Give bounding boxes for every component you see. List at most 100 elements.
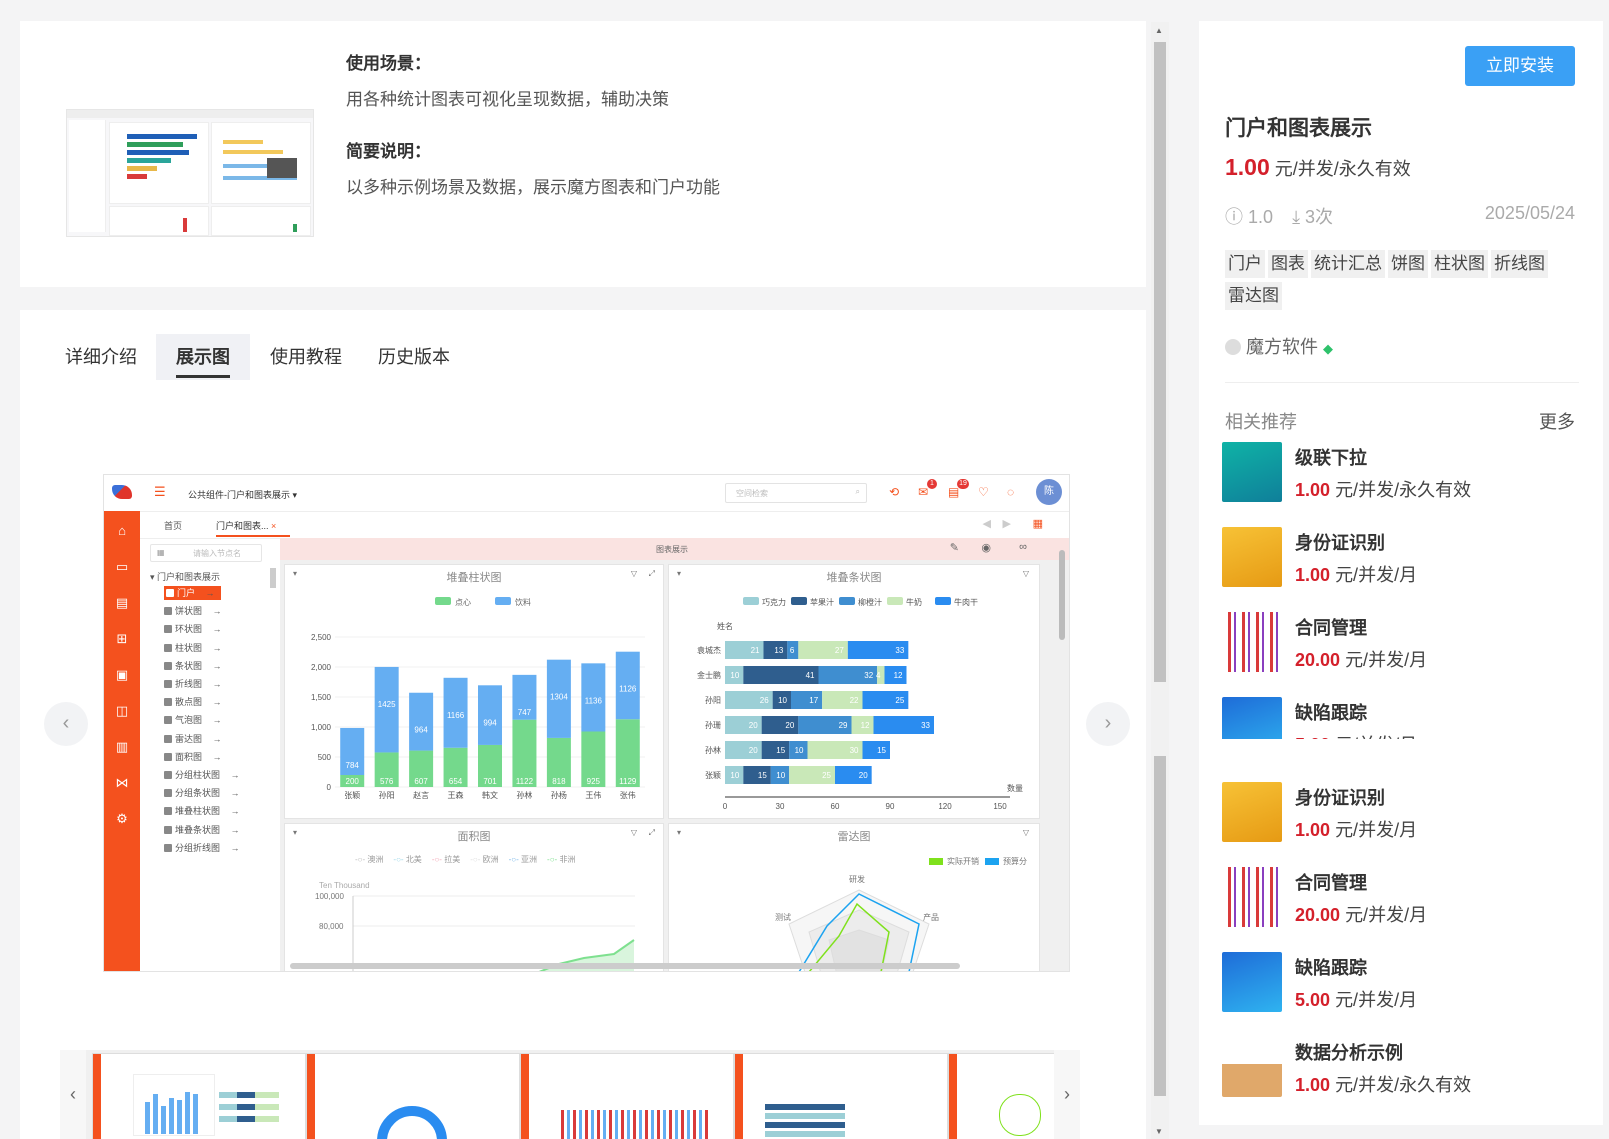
related-item[interactable]: 级联下拉 1.00 元/并发/永久有效 (1222, 440, 1582, 504)
related-item[interactable]: 数据分析示例 1.00 元/并发/永久有效 (1222, 1035, 1582, 1099)
tag[interactable]: 饼图 (1388, 250, 1428, 278)
filter-icon[interactable]: ▽ (1023, 569, 1029, 578)
tag[interactable]: 图表 (1268, 250, 1308, 278)
grid-icon[interactable]: ▦ (1033, 517, 1043, 530)
filter-icon[interactable]: ▽ (631, 569, 637, 578)
related-price-value: 20.00 (1295, 905, 1341, 925)
filmstrip-prev-button[interactable]: ‹ (60, 1050, 86, 1139)
search-input[interactable]: 空间检索 ⌕ (725, 483, 867, 503)
tree-item[interactable]: 气泡图 → (164, 713, 222, 727)
related-item[interactable]: 身份证识别 1.00 元/并发/月 (1222, 780, 1582, 844)
install-button[interactable]: 立即安装 (1465, 46, 1575, 86)
tab-tutorial[interactable]: 使用教程 (250, 334, 362, 380)
prev-tab-icon[interactable]: ◀ (983, 517, 991, 530)
tree-item[interactable]: 条状图 → (164, 659, 222, 673)
scroll-down-icon[interactable]: ▼ (1155, 1127, 1163, 1136)
expand-icon[interactable]: ⤢ (649, 828, 655, 838)
area-legend-item[interactable]: -○- 北美 (393, 855, 421, 864)
avatar[interactable]: 陈 (1036, 479, 1062, 505)
area-legend-item[interactable]: -○- 非洲 (547, 855, 575, 864)
tree-item[interactable]: 分组条状图 → (164, 786, 240, 800)
clipboard-icon[interactable]: ▤ (114, 595, 130, 611)
tree-item[interactable]: 堆叠条状图 → (164, 823, 240, 837)
tab-screenshots[interactable]: 展示图 (156, 334, 250, 380)
content-hscrollbar[interactable] (290, 963, 960, 969)
settings-icon[interactable]: ⚙ (114, 811, 130, 827)
tree-item[interactable]: 柱状图 → (164, 641, 222, 655)
page-scrollbar[interactable]: ▲ ▼ (1151, 22, 1169, 1139)
related-item[interactable]: 合同管理 20.00 元/并发/月 (1222, 865, 1582, 929)
next-tab-icon[interactable]: ▶ (1003, 517, 1011, 530)
tree-splitter[interactable] (270, 568, 276, 588)
flow-icon[interactable]: ⋈ (114, 775, 130, 791)
chat-icon[interactable]: ◌ (1007, 485, 1014, 499)
tag[interactable]: 雷达图 (1225, 282, 1282, 310)
related-item[interactable]: 缺陷跟踪 5.00 元/并发/月 (1222, 695, 1582, 739)
collapse-icon[interactable]: ▾ (293, 828, 297, 837)
close-icon[interactable]: × (271, 521, 276, 531)
sync-icon[interactable]: ⟲ (889, 485, 899, 499)
carousel-prev-button[interactable]: ‹ (44, 702, 88, 746)
collapse-icon[interactable]: ▾ (677, 828, 681, 837)
tree-item[interactable]: 面积图 → (164, 750, 222, 764)
tree-search-input[interactable]: ▦ 请输入节点名 (150, 544, 262, 562)
tree-item[interactable]: 雷达图 → (164, 732, 222, 746)
tree-root[interactable]: ▾ 门户和图表展示 (150, 570, 220, 583)
tag[interactable]: 门户 (1225, 250, 1265, 278)
expand-icon[interactable]: ⤢ (649, 569, 655, 579)
chart-icon[interactable]: ◫ (114, 703, 130, 719)
skin-icon[interactable]: ♡ (978, 485, 989, 499)
tab-portal[interactable]: 门户和图表... × (216, 519, 276, 532)
scroll-up-icon[interactable]: ▲ (1155, 26, 1163, 35)
content-scrollbar[interactable] (1059, 550, 1065, 640)
breadcrumb[interactable]: 公共组件-门户和图表展示 ▾ (188, 488, 297, 501)
filmstrip-thumbnail[interactable] (92, 1053, 306, 1139)
edit-icon[interactable]: ✎ (950, 541, 959, 554)
vendor[interactable]: 魔方软件 ◆ (1225, 333, 1333, 359)
tree-item[interactable]: 环状图 → (164, 622, 222, 636)
filmstrip-next-button[interactable]: › (1054, 1050, 1080, 1139)
area-legend-item[interactable]: -○- 欧洲 (470, 855, 498, 864)
eye-icon[interactable]: ◉ (981, 541, 991, 554)
related-item[interactable]: 合同管理 20.00 元/并发/月 (1222, 610, 1582, 674)
tree-item[interactable]: 分组柱状图 → (164, 768, 240, 782)
collapse-icon[interactable]: ▾ (677, 569, 681, 578)
device-icon[interactable]: ▥ (114, 739, 130, 755)
tag[interactable]: 柱状图 (1431, 250, 1488, 278)
scroll-thumb[interactable] (1154, 42, 1166, 682)
collapse-icon[interactable]: ▾ (293, 569, 297, 578)
tag[interactable]: 统计汇总 (1311, 250, 1385, 278)
filter-icon[interactable]: ▽ (631, 828, 637, 837)
tree-item[interactable]: 散点图 → (164, 695, 222, 709)
related-item[interactable]: 缺陷跟踪 5.00 元/并发/月 (1222, 950, 1582, 1014)
link-icon[interactable]: ∞ (1019, 541, 1027, 553)
tree-item[interactable]: 分组折线图 → (164, 841, 240, 855)
tab-detail[interactable]: 详细介绍 (45, 334, 157, 380)
related-item[interactable]: 身份证识别 1.00 元/并发/月 (1222, 525, 1582, 589)
home-icon[interactable]: ⌂ (114, 523, 130, 539)
tree-item[interactable]: 门户 → (164, 586, 221, 600)
related-price-unit: 元/并发/月 (1345, 650, 1428, 670)
area-legend-item[interactable]: -○- 澳洲 (355, 855, 383, 864)
product-thumbnail[interactable] (66, 109, 314, 237)
monitor-icon[interactable]: ▭ (114, 559, 130, 575)
screen-icon[interactable]: ▣ (114, 667, 130, 683)
filmstrip-thumbnail[interactable] (734, 1053, 948, 1139)
tag[interactable]: 折线图 (1491, 250, 1548, 278)
more-link[interactable]: 更多 (1539, 408, 1575, 434)
tab-history[interactable]: 历史版本 (358, 334, 470, 380)
tree-icon[interactable]: ⊞ (114, 631, 130, 647)
tree-item[interactable]: 饼状图 → (164, 604, 222, 618)
filmstrip-thumbnail[interactable] (306, 1053, 520, 1139)
tab-home[interactable]: 首页 (164, 519, 182, 532)
area-legend-item[interactable]: -○- 拉美 (432, 855, 460, 864)
scroll-thumb-lower[interactable] (1154, 756, 1166, 1096)
tree-item[interactable]: 堆叠柱状图 → (164, 804, 240, 818)
mail-icon[interactable]: ✉ (918, 485, 928, 499)
menu-icon[interactable]: ☰ (154, 485, 166, 499)
filter-icon[interactable]: ▽ (1023, 828, 1029, 837)
filmstrip-thumbnail[interactable] (520, 1053, 734, 1139)
tree-item[interactable]: 折线图 → (164, 677, 222, 691)
area-legend-item[interactable]: -○- 亚洲 (509, 855, 537, 864)
carousel-next-button[interactable]: › (1086, 702, 1130, 746)
